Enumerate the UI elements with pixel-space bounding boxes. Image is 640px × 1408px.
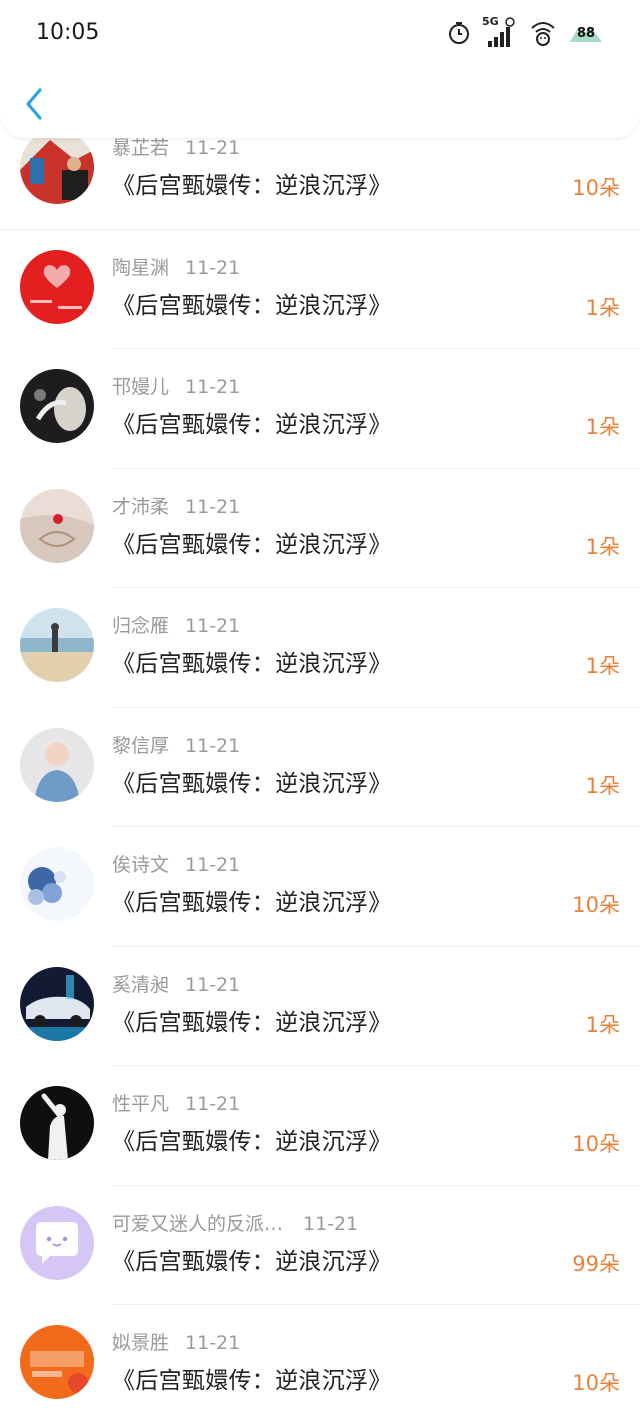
gift-list: 暴芷若 11-21 《后宫甄嬛传：逆浪沉浮》 10朵 陶星渊 11-21 《后宫甄嬛…	[0, 110, 640, 1408]
list-item[interactable]: 邗嫚儿 11-21 《后宫甄嬛传：逆浪沉浮》 1朵	[0, 349, 640, 469]
gift-amount: 10朵	[572, 176, 620, 200]
gift-date: 11-21	[185, 973, 241, 996]
avatar[interactable]	[20, 847, 94, 921]
avatar[interactable]	[20, 249, 94, 324]
gift-date: 11-21	[185, 1093, 241, 1115]
book-title: 《后宫甄嬛传：逆浪沉浮》	[112, 531, 392, 558]
chevron-left-icon	[26, 88, 42, 120]
book-title: 《后宫甄嬛传：逆浪沉浮》	[112, 1009, 392, 1036]
list-item[interactable]: 可爱又迷人的反派… 11-21 《后宫甄嬛传：逆浪沉浮》 99朵	[0, 1186, 640, 1305]
book-title: 《后宫甄嬛传：逆浪沉浮》	[112, 651, 392, 677]
list-item[interactable]: 黎信厚 11-21 《后宫甄嬛传：逆浪沉浮》 1朵	[0, 708, 640, 827]
list-item[interactable]: 性平凡 11-21 《后宫甄嬛传：逆浪沉浮》 10朵	[0, 1066, 640, 1186]
list-item[interactable]: 归念雁 11-21 《后宫甄嬛传：逆浪沉浮》 1朵	[0, 588, 640, 708]
gift-amount: 1朵	[585, 1012, 620, 1037]
avatar[interactable]	[20, 369, 94, 443]
gift-amount: 10朵	[572, 1132, 620, 1156]
gift-date: 11-21	[185, 1332, 241, 1354]
gift-amount: 10朵	[572, 893, 620, 917]
gift-amount: 99朵	[572, 1251, 620, 1276]
gift-date: 11-21	[185, 495, 241, 518]
gift-date: 11-21	[185, 137, 241, 159]
list-item[interactable]: 姒景胜 11-21 《后宫甄嬛传：逆浪沉浮》 10朵	[0, 1305, 640, 1408]
book-title: 《后宫甄嬛传：逆浪沉浮》	[112, 1129, 392, 1155]
gift-amount: 10朵	[572, 1371, 620, 1395]
book-title: 《后宫甄嬛传：逆浪沉浮》	[112, 890, 392, 916]
top-bar: 10:05 5G 88	[0, 0, 640, 138]
donor-name: 黎信厚	[112, 734, 170, 757]
donor-meta: 俟诗文 11-21	[112, 850, 240, 877]
donor-name: 陶星渊	[112, 256, 170, 279]
donor-name: 姒景胜	[112, 1332, 170, 1354]
back-button[interactable]	[18, 84, 54, 124]
timer-icon	[446, 20, 472, 46]
donor-name: 归念雁	[112, 615, 170, 637]
donor-meta: 才沛柔 11-21	[112, 492, 240, 519]
book-title: 《后宫甄嬛传：逆浪沉浮》	[112, 292, 392, 319]
donor-meta: 奚清昶 11-21	[112, 970, 240, 997]
gift-date: 11-21	[185, 734, 241, 757]
donor-meta: 陶星渊 11-21	[112, 253, 240, 280]
list-item[interactable]: 奚清昶 11-21 《后宫甄嬛传：逆浪沉浮》 1朵	[0, 947, 640, 1066]
donor-name: 可爱又迷人的反派…	[112, 1212, 284, 1235]
avatar[interactable]	[20, 727, 94, 802]
gift-amount: 1朵	[585, 295, 620, 320]
gift-amount: 1朵	[585, 534, 620, 559]
donor-name: 邗嫚儿	[112, 376, 170, 398]
network-label: 5G	[482, 15, 499, 28]
book-title: 《后宫甄嬛传：逆浪沉浮》	[112, 412, 392, 438]
donor-name: 奚清昶	[112, 973, 170, 996]
gift-amount: 1朵	[585, 654, 620, 678]
gift-amount: 1朵	[585, 415, 620, 439]
donor-name: 性平凡	[112, 1093, 170, 1115]
donor-meta: 归念雁 11-21	[112, 611, 240, 638]
donor-meta: 邗嫚儿 11-21	[112, 372, 240, 399]
donor-name: 暴芷若	[112, 137, 170, 159]
avatar[interactable]	[20, 130, 94, 204]
avatar[interactable]	[20, 1086, 94, 1160]
list-item[interactable]: 俟诗文 11-21 《后宫甄嬛传：逆浪沉浮》 10朵	[0, 827, 640, 947]
avatar[interactable]	[20, 608, 94, 682]
donor-name: 俟诗文	[112, 854, 170, 876]
status-icons: 5G 88	[446, 15, 604, 50]
donor-meta: 姒景胜 11-21	[112, 1328, 240, 1355]
donor-name: 才沛柔	[112, 495, 170, 518]
status-time: 10:05	[36, 20, 100, 45]
book-title: 《后宫甄嬛传：逆浪沉浮》	[112, 1248, 392, 1275]
gift-date: 11-21	[185, 615, 241, 637]
list-item[interactable]: 陶星渊 11-21 《后宫甄嬛传：逆浪沉浮》 1朵	[0, 230, 640, 349]
donor-meta: 可爱又迷人的反派… 11-21	[112, 1209, 358, 1236]
book-title: 《后宫甄嬛传：逆浪沉浮》	[112, 1368, 392, 1394]
gift-date: 11-21	[185, 376, 241, 398]
avatar[interactable]	[20, 1205, 94, 1280]
gift-date: 11-21	[185, 854, 241, 876]
battery-level: 88	[576, 25, 596, 41]
signal-5g-icon: 5G	[482, 15, 518, 49]
wifi-icon	[528, 18, 558, 48]
list-item[interactable]: 才沛柔 11-21 《后宫甄嬛传：逆浪沉浮》 1朵	[0, 469, 640, 588]
donor-meta: 性平凡 11-21	[112, 1089, 240, 1116]
gift-date: 11-21	[303, 1212, 359, 1235]
donor-meta: 黎信厚 11-21	[112, 731, 240, 758]
book-title: 《后宫甄嬛传：逆浪沉浮》	[112, 173, 392, 199]
avatar[interactable]	[20, 966, 94, 1041]
battery-icon: 88	[568, 22, 604, 44]
book-title: 《后宫甄嬛传：逆浪沉浮》	[112, 770, 392, 797]
gift-amount: 1朵	[585, 773, 620, 798]
gift-date: 11-21	[185, 256, 241, 279]
avatar[interactable]	[20, 1325, 94, 1399]
avatar[interactable]	[20, 488, 94, 563]
